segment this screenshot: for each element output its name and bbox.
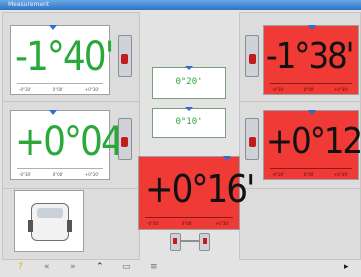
target-marker — [308, 25, 316, 30]
window-title: Measurement — [8, 1, 50, 8]
print-icon[interactable]: ▭ — [122, 262, 131, 272]
target-marker — [185, 107, 193, 111]
scale-min: -0°30' — [19, 172, 32, 177]
help-icon[interactable]: ? — [18, 262, 23, 272]
scale-mid: 0°00' — [181, 221, 193, 226]
scale-mid: 0°00' — [52, 87, 64, 92]
scale-max: +0°30' — [333, 172, 348, 177]
scale-min: -0°30' — [147, 221, 160, 226]
scale-min: -0°30' — [272, 87, 285, 92]
scale-min: -0°30' — [19, 87, 32, 92]
front-left-wheel-icon — [118, 35, 132, 77]
scale-mid: 0°00' — [52, 172, 64, 177]
target-marker — [185, 66, 193, 70]
chevrons-up-icon[interactable]: ⌃ — [96, 262, 104, 272]
vehicle-thumbnail[interactable] — [14, 190, 84, 252]
car-icon — [28, 203, 72, 241]
front-left-scale: -0°30' 0°00' +0°30' — [19, 87, 99, 92]
scale-max: +0°30' — [333, 87, 348, 92]
titlebar: Measurement — [0, 0, 361, 10]
front-right-value: -1°38' — [266, 36, 355, 77]
thrust-angle-value: +0°16' — [145, 167, 255, 211]
rear-right-camber-card[interactable]: +0°12' -0°30' 0°00' +0°30' — [263, 110, 361, 180]
rear-left-scale: -0°30' 0°00' +0°30' — [19, 172, 99, 177]
fast-forward-icon[interactable]: » — [70, 262, 76, 272]
measurement-window: Measurement -1°40' -0°30' 0°00' +0°30' +… — [0, 0, 361, 277]
target-marker — [49, 110, 57, 115]
scale-min: -0°30' — [272, 172, 285, 177]
rear-left-camber-card[interactable]: +0°04' -0°30' 0°00' +0°30' — [10, 110, 132, 180]
rear-left-wheel-icon — [118, 118, 132, 160]
rear-total-toe-value: 0°10' — [175, 117, 203, 127]
front-right-scale: -0°30' 0°00' +0°30' — [272, 87, 348, 92]
scale-mid: 0°00' — [303, 172, 315, 177]
rear-left-value: +0°04' — [15, 119, 132, 165]
thrust-scale: -0°30' 0°00' +0°30' — [147, 221, 229, 226]
scale-mid: 0°00' — [303, 87, 315, 92]
front-left-value: -1°40' — [15, 34, 115, 80]
rear-right-scale: -0°30' 0°00' +0°30' — [272, 172, 348, 177]
front-left-camber-card[interactable]: -1°40' -0°30' 0°00' +0°30' — [10, 25, 115, 95]
next-icon[interactable]: ▸ — [344, 262, 349, 272]
front-right-wheel-icon — [245, 35, 259, 77]
front-right-camber-card[interactable]: -1°38' -0°30' 0°00' +0°30' — [263, 25, 359, 95]
rear-right-wheel-icon — [245, 118, 259, 160]
target-marker — [308, 110, 316, 115]
target-marker — [223, 156, 231, 161]
thrust-angle-card[interactable]: +0°16' -0°30' 0°00' +0°30' — [138, 156, 255, 230]
rear-total-toe-card[interactable]: 0°10' — [152, 107, 226, 138]
front-total-toe-value: 0°20' — [175, 77, 203, 87]
rear-axle-icon — [170, 229, 210, 253]
rear-right-value: +0°12' — [266, 121, 361, 162]
right-bottom-panel — [239, 188, 361, 260]
front-total-toe-card[interactable]: 0°20' — [152, 66, 226, 99]
scale-max: +0°30' — [84, 87, 99, 92]
scale-max: +0°30' — [214, 221, 229, 226]
settings-icon[interactable]: ≡ — [150, 262, 158, 272]
target-marker — [49, 25, 57, 30]
bottom-toolbar — [0, 260, 361, 277]
scale-max: +0°30' — [84, 172, 99, 177]
rewind-icon[interactable]: « — [44, 262, 50, 272]
